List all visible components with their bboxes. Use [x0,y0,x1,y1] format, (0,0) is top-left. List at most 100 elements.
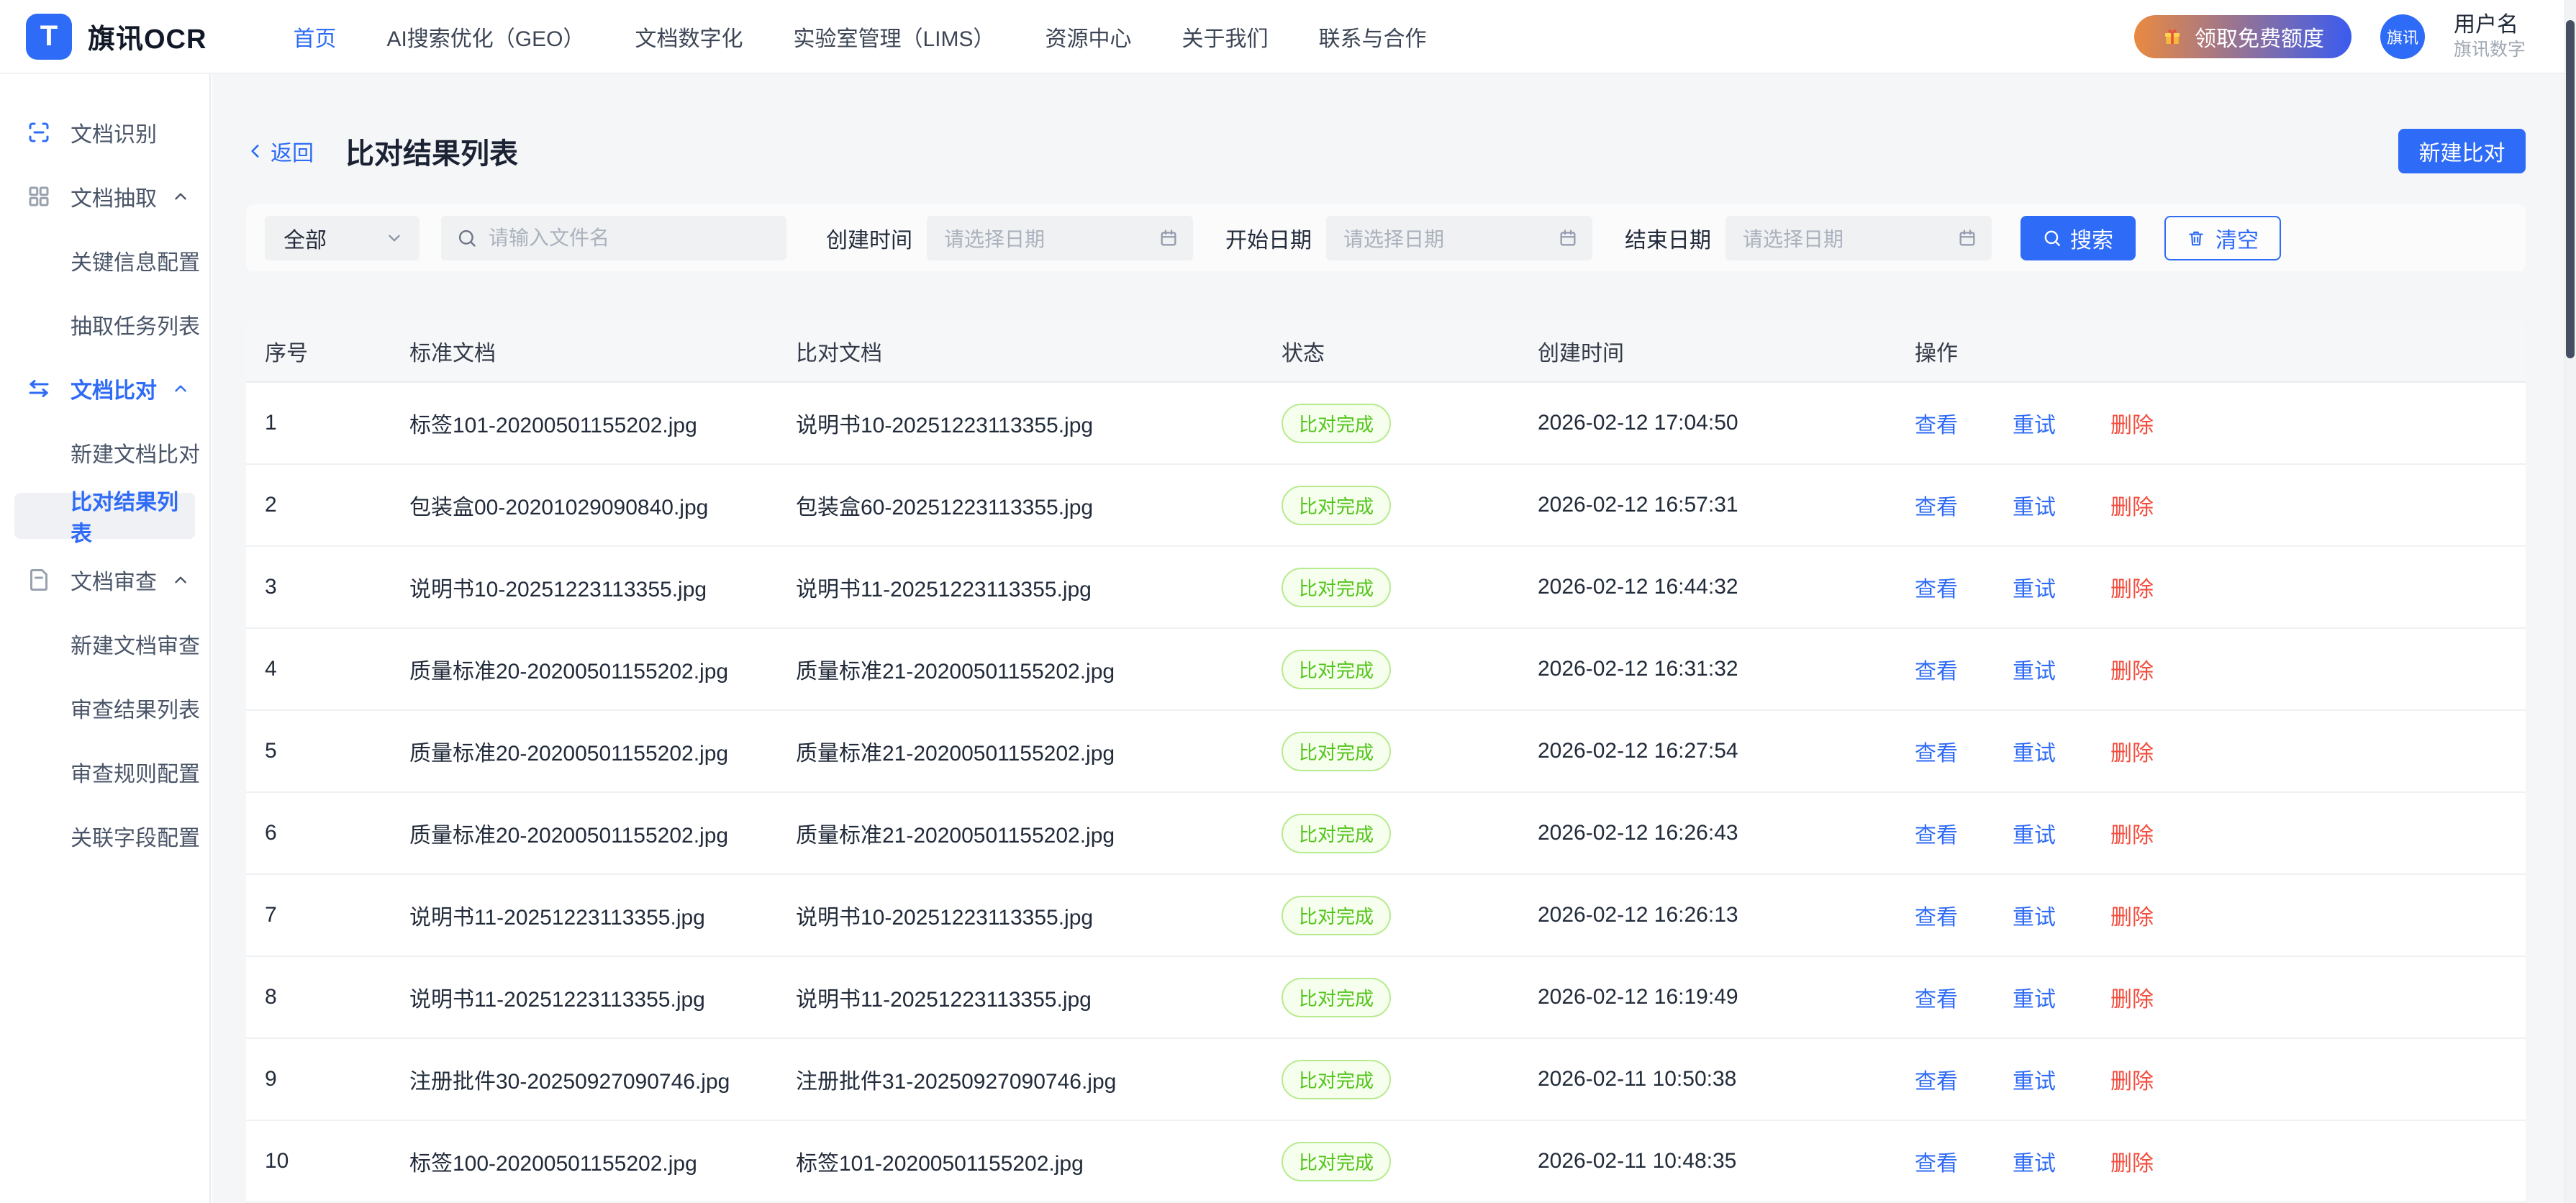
row-actions: 查看 重试 删除 [1915,735,2526,767]
retry-link[interactable]: 重试 [2013,981,2056,1013]
start-date-input[interactable]: 请选择日期 [1326,216,1592,260]
retry-link[interactable]: 重试 [2013,489,2056,521]
col-header-actions: 操作 [1915,335,2526,367]
chevron-left-icon [246,142,265,160]
calendar-icon [1158,228,1179,248]
sidebar-item-1[interactable]: 文档抽取 [0,164,209,228]
compare-doc-name: 说明书11-20251223113355.jpg [796,981,1282,1013]
sidebar-item-5[interactable]: 新建文档比对 [0,420,209,484]
chevron-down-icon [385,229,404,248]
col-header-standard-doc: 标准文档 [409,335,796,367]
sidebar-item-3[interactable]: 抽取任务列表 [0,292,209,356]
view-link[interactable]: 查看 [1915,571,1958,603]
end-date-input[interactable]: 请选择日期 [1725,216,1992,260]
compare-icon [26,376,52,401]
filename-search-input[interactable] [489,227,772,250]
sidebar-item-10[interactable]: 审查规则配置 [0,740,209,804]
user-name: 用户名 [2454,12,2526,39]
free-quota-button[interactable]: 领取免费额度 [2134,15,2351,58]
retry-link[interactable]: 重试 [2013,1063,2056,1095]
view-link[interactable]: 查看 [1915,899,1958,931]
filter-bar: 全部 创建时间 请选择日期 开始日期 请选择日期 结束日期 请选择日期 搜索 清… [246,204,2526,271]
sidebar-item-2[interactable]: 关键信息配置 [0,228,209,292]
nav-item-2[interactable]: 文档数字化 [635,21,743,53]
sidebar-item-label: 关键信息配置 [71,245,200,276]
table-row: 2包装盒00-20201029090840.jpg包装盒60-202512231… [246,465,2526,547]
sidebar: 文档识别文档抽取关键信息配置抽取任务列表文档比对新建文档比对比对结果列表文档审查… [0,74,211,1203]
end-date-label: 结束日期 [1625,222,1711,254]
nav-item-0[interactable]: 首页 [293,21,336,53]
delete-link[interactable]: 删除 [2110,407,2154,439]
view-link[interactable]: 查看 [1915,1063,1958,1095]
view-link[interactable]: 查看 [1915,489,1958,521]
status-badge: 比对完成 [1282,650,1391,689]
delete-link[interactable]: 删除 [2110,571,2154,603]
type-filter-select[interactable]: 全部 [265,216,419,260]
view-link[interactable]: 查看 [1915,817,1958,849]
user-avatar[interactable]: 旗讯 [2380,14,2425,59]
delete-link[interactable]: 删除 [2110,653,2154,685]
view-link[interactable]: 查看 [1915,1145,1958,1177]
scan-icon [26,119,52,145]
table-row: 1标签101-20200501155202.jpg说明书10-202512231… [246,383,2526,465]
sidebar-item-8[interactable]: 新建文档审查 [0,612,209,676]
status-badge: 比对完成 [1282,732,1391,771]
status-cell: 比对完成 [1282,896,1538,935]
back-link[interactable]: 返回 [246,135,314,167]
delete-link[interactable]: 删除 [2110,489,2154,521]
main-nav: 首页 AI搜索优化（GEO） 文档数字化 实验室管理（LIMS） 资源中心 关于我们 联系与… [293,21,1426,53]
new-compare-button[interactable]: 新建比对 [2398,129,2526,173]
status-cell: 比对完成 [1282,568,1538,607]
nav-item-1[interactable]: AI搜索优化（GEO） [386,21,584,53]
sidebar-item-4[interactable]: 文档比对 [0,356,209,420]
delete-link[interactable]: 删除 [2110,735,2154,767]
search-button[interactable]: 搜索 [2021,216,2136,260]
retry-link[interactable]: 重试 [2013,571,2056,603]
sidebar-item-6[interactable]: 比对结果列表 [14,493,195,539]
retry-link[interactable]: 重试 [2013,817,2056,849]
view-link[interactable]: 查看 [1915,735,1958,767]
delete-link[interactable]: 删除 [2110,817,2154,849]
delete-link[interactable]: 删除 [2110,981,2154,1013]
start-date-label: 开始日期 [1225,222,1312,254]
created-date-input[interactable]: 请选择日期 [927,216,1193,260]
sidebar-item-11[interactable]: 关联字段配置 [0,804,209,868]
table-row: 6质量标准20-20200501155202.jpg质量标准21-2020050… [246,793,2526,875]
compare-doc-name: 质量标准21-20200501155202.jpg [796,653,1282,685]
sidebar-item-0[interactable]: 文档识别 [0,100,209,164]
app-logo: T [26,14,72,60]
sidebar-item-9[interactable]: 审查结果列表 [0,676,209,740]
free-quota-label: 领取免费额度 [2195,21,2324,53]
col-header-index: 序号 [265,335,409,367]
type-filter-value: 全部 [284,222,385,254]
retry-link[interactable]: 重试 [2013,407,2056,439]
row-actions: 查看 重试 删除 [1915,1145,2526,1177]
clear-button[interactable]: 清空 [2164,216,2281,260]
view-link[interactable]: 查看 [1915,653,1958,685]
compare-doc-name: 质量标准21-20200501155202.jpg [796,817,1282,849]
status-badge: 比对完成 [1282,978,1391,1017]
trash-icon [2187,229,2205,248]
scrollbar-thumb[interactable] [2566,20,2575,358]
standard-doc-name: 说明书11-20251223113355.jpg [409,899,796,931]
delete-link[interactable]: 删除 [2110,1145,2154,1177]
nav-item-4[interactable]: 资源中心 [1046,21,1132,53]
retry-link[interactable]: 重试 [2013,653,2056,685]
retry-link[interactable]: 重试 [2013,735,2056,767]
delete-link[interactable]: 删除 [2110,899,2154,931]
status-badge: 比对完成 [1282,814,1391,853]
nav-item-3[interactable]: 实验室管理（LIMS） [793,21,994,53]
status-badge: 比对完成 [1282,568,1391,607]
view-link[interactable]: 查看 [1915,981,1958,1013]
nav-item-5[interactable]: 关于我们 [1182,21,1269,53]
calendar-icon [1558,228,1578,248]
view-link[interactable]: 查看 [1915,407,1958,439]
nav-item-6[interactable]: 联系与合作 [1319,21,1427,53]
sidebar-item-7[interactable]: 文档审查 [0,548,209,612]
filename-search [441,216,786,260]
retry-link[interactable]: 重试 [2013,1145,2056,1177]
standard-doc-name: 质量标准20-20200501155202.jpg [409,653,796,685]
delete-link[interactable]: 删除 [2110,1063,2154,1095]
retry-link[interactable]: 重试 [2013,899,2056,931]
chevron-up-icon [171,379,190,398]
